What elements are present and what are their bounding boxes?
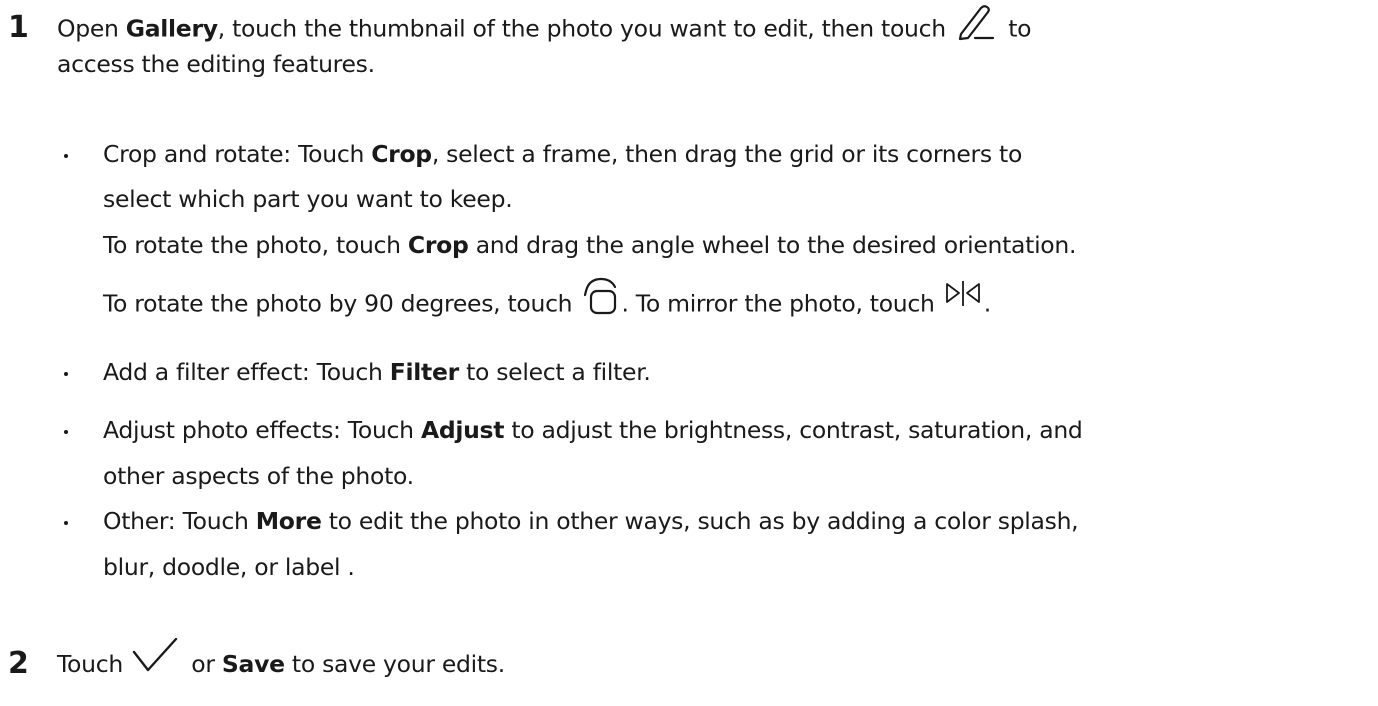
bullet-dot: [64, 372, 68, 376]
text-run: Touch: [57, 650, 131, 678]
text-run: and drag the angle wheel to the desired …: [468, 231, 1077, 259]
text-run: to: [1001, 14, 1032, 43]
text-run: , touch the thumbnail of the photo you w…: [217, 14, 954, 43]
menu-name-filter: Filter: [389, 358, 459, 386]
bullet-line: other aspects of the photo.: [103, 458, 414, 494]
text-run: access the editing features.: [57, 50, 375, 78]
mirror-icon: [944, 280, 982, 310]
text-run: To rotate the photo by 90 degrees, touch: [103, 289, 580, 318]
text-run: to select a filter.: [458, 358, 651, 386]
text-run: select which part you want to keep.: [103, 185, 513, 213]
bullet-line: To rotate the photo, touch Crop and drag…: [103, 227, 1076, 263]
step-text-line: Touch or Save to save your edits.: [57, 637, 505, 684]
text-run: blur, doodle, or label .: [103, 553, 355, 581]
checkmark-icon: [132, 637, 178, 674]
text-run: Add a filter effect: Touch: [103, 358, 390, 386]
bullet-dot: [64, 521, 68, 525]
app-name-gallery: Gallery: [125, 14, 218, 43]
text-run: other aspects of the photo.: [103, 462, 414, 490]
text-run: to edit the photo in other ways, such as…: [321, 507, 1079, 535]
bullet-line: Add a filter effect: Touch Filter to sel…: [103, 354, 651, 390]
document-page: 1 Open Gallery, touch the thumbnail of t…: [0, 0, 1378, 706]
text-run: to save your edits.: [284, 650, 505, 678]
rotate-icon: [581, 275, 621, 315]
menu-name-crop: Crop: [371, 140, 432, 168]
bullet-line: Adjust photo effects: Touch Adjust to ad…: [103, 412, 1083, 448]
bullet-line: Crop and rotate: Touch Crop, select a fr…: [103, 136, 1022, 172]
bullet-dot: [64, 430, 68, 434]
step-number: 2: [8, 646, 29, 681]
text-run: Adjust photo effects: Touch: [103, 416, 421, 444]
text-run: or: [184, 650, 222, 678]
menu-name-more: More: [255, 507, 322, 535]
text-run: .: [983, 289, 991, 318]
bullet-line: blur, doodle, or label .: [103, 549, 355, 585]
text-run: Crop and rotate: Touch: [103, 140, 372, 168]
bullet-line: To rotate the photo by 90 degrees, touch…: [103, 277, 991, 325]
bullet-dot: [64, 154, 68, 158]
text-run: , select a frame, then drag the grid or …: [431, 140, 1023, 168]
menu-name-adjust: Adjust: [420, 416, 505, 444]
step-text-line: Open Gallery, touch the thumbnail of the…: [57, 5, 1032, 50]
bullet-line: Other: Touch More to edit the photo in o…: [103, 503, 1079, 539]
text-run: . To mirror the photo, touch: [621, 289, 942, 318]
text-run: Other: Touch: [103, 507, 256, 535]
pen-edit-icon: [955, 2, 995, 42]
text-run: To rotate the photo, touch: [103, 231, 408, 259]
menu-name-crop: Crop: [407, 231, 469, 259]
bullet-line: select which part you want to keep.: [103, 181, 513, 217]
step-number: 1: [8, 10, 29, 45]
text-run: to adjust the brightness, contrast, satu…: [504, 416, 1083, 444]
text-run: Open: [57, 14, 126, 43]
action-name-save: Save: [221, 650, 285, 678]
step-text-line: access the editing features.: [57, 46, 375, 82]
